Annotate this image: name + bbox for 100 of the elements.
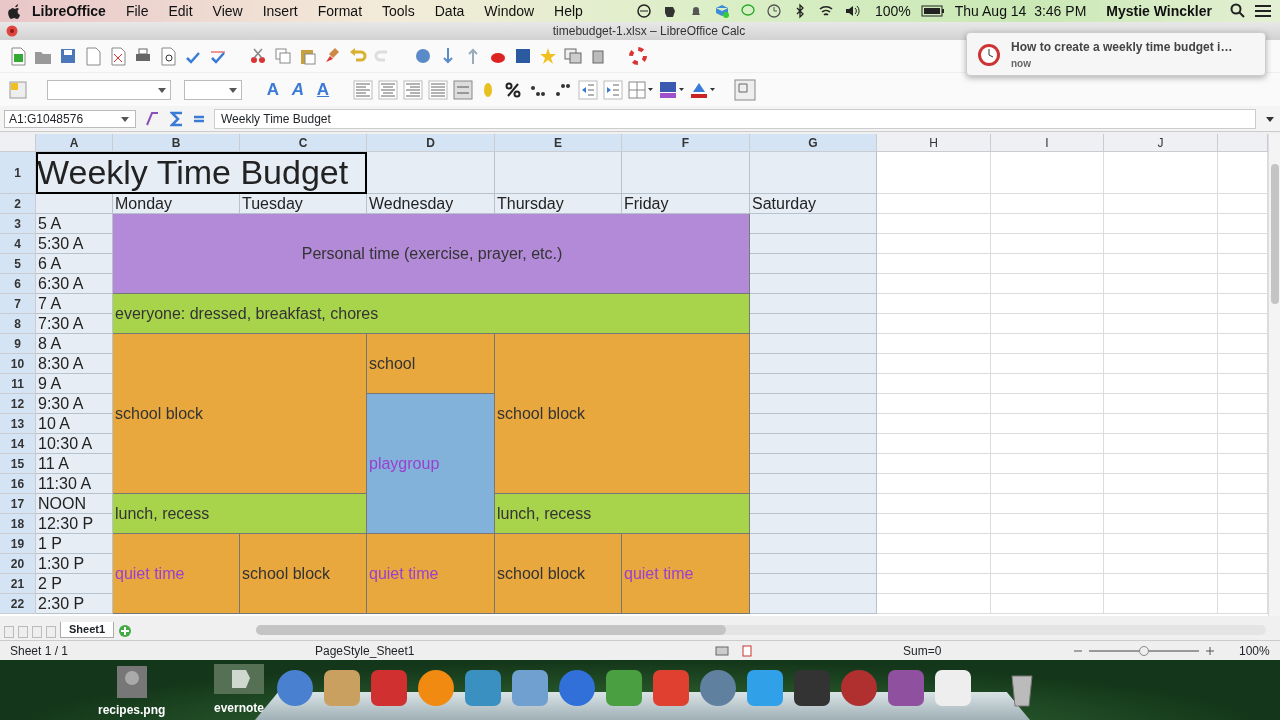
app-icon[interactable] bbox=[510, 668, 550, 708]
menu-item[interactable]: Window bbox=[474, 0, 545, 22]
empty-cell[interactable] bbox=[1104, 414, 1218, 434]
row-header[interactable]: 18 bbox=[0, 514, 36, 534]
empty-cell[interactable] bbox=[750, 434, 877, 454]
empty-cell[interactable] bbox=[1104, 574, 1218, 594]
row-header[interactable]: 20 bbox=[0, 554, 36, 574]
shadow-button[interactable]: A bbox=[313, 78, 333, 101]
empty-cell[interactable] bbox=[991, 294, 1104, 314]
empty-cell[interactable] bbox=[991, 514, 1104, 534]
row-header[interactable]: 2 bbox=[0, 194, 36, 214]
empty-cell[interactable] bbox=[1104, 274, 1218, 294]
empty-cell[interactable] bbox=[991, 474, 1104, 494]
background-color-icon[interactable] bbox=[659, 79, 685, 100]
menu-item[interactable]: Help bbox=[544, 0, 593, 22]
empty-cell[interactable] bbox=[1104, 394, 1218, 414]
empty-cell[interactable] bbox=[1104, 254, 1218, 274]
empty-cell[interactable] bbox=[750, 414, 877, 434]
empty-cell[interactable] bbox=[991, 454, 1104, 474]
pdf-icon[interactable] bbox=[108, 46, 128, 66]
empty-cell[interactable] bbox=[991, 152, 1104, 194]
empty-cell[interactable] bbox=[750, 314, 877, 334]
empty-cell[interactable] bbox=[1104, 554, 1218, 574]
row-header[interactable]: 3 bbox=[0, 214, 36, 234]
apple-icon[interactable] bbox=[8, 3, 22, 19]
menu-item[interactable]: Tools bbox=[372, 0, 425, 22]
vertical-scrollbar[interactable] bbox=[1268, 134, 1280, 616]
empty-cell[interactable] bbox=[991, 434, 1104, 454]
document-icon[interactable] bbox=[83, 46, 103, 66]
align-right-icon[interactable] bbox=[403, 79, 423, 100]
menu-item[interactable]: File bbox=[115, 0, 159, 22]
app-icon[interactable] bbox=[886, 668, 926, 708]
empty-cell[interactable] bbox=[750, 254, 877, 274]
empty-cell[interactable] bbox=[1104, 474, 1218, 494]
document-modified-icon[interactable] bbox=[741, 644, 753, 657]
list-icon[interactable] bbox=[1254, 4, 1272, 18]
app-icon[interactable] bbox=[322, 668, 362, 708]
empty-cell[interactable] bbox=[1104, 152, 1218, 194]
column-header[interactable]: F bbox=[622, 134, 750, 152]
selection-mode-icon[interactable] bbox=[715, 644, 729, 657]
column-header[interactable]: B bbox=[113, 134, 240, 152]
empty-cell[interactable] bbox=[1104, 434, 1218, 454]
wifi-icon[interactable] bbox=[817, 3, 834, 19]
app-icon[interactable] bbox=[416, 668, 456, 708]
close-icon[interactable] bbox=[6, 25, 18, 37]
menu-item[interactable]: Data bbox=[424, 0, 475, 22]
empty-cell[interactable] bbox=[750, 294, 877, 314]
empty-cell[interactable] bbox=[1104, 594, 1218, 614]
column-header[interactable]: D bbox=[367, 134, 495, 152]
slider-thumb[interactable] bbox=[1139, 645, 1149, 656]
name-box[interactable]: A1:G1048576 bbox=[4, 109, 136, 128]
chat-bubble-icon[interactable] bbox=[739, 3, 756, 19]
wrap-text-icon[interactable] bbox=[453, 79, 473, 100]
borders-icon[interactable] bbox=[628, 79, 654, 100]
empty-cell[interactable] bbox=[750, 274, 877, 294]
app-menu[interactable]: LibreOffice bbox=[22, 0, 116, 22]
column-header[interactable]: J bbox=[1104, 134, 1218, 152]
column-header[interactable] bbox=[1218, 134, 1268, 152]
empty-cell[interactable] bbox=[991, 234, 1104, 254]
menu-item[interactable]: Edit bbox=[158, 0, 203, 22]
row-header[interactable]: 22 bbox=[0, 594, 36, 614]
app-icon[interactable] bbox=[698, 668, 738, 708]
empty-cell[interactable] bbox=[1104, 294, 1218, 314]
app-icon[interactable] bbox=[463, 668, 503, 708]
first-sheet-icon[interactable] bbox=[4, 626, 14, 638]
app-icon[interactable] bbox=[369, 668, 409, 708]
lifebuoy-icon[interactable] bbox=[628, 46, 648, 66]
row-header[interactable]: 7 bbox=[0, 294, 36, 314]
notification-banner[interactable]: How to create a weekly time budget i… now bbox=[966, 32, 1266, 76]
font-size-field[interactable] bbox=[184, 79, 242, 100]
empty-cell[interactable] bbox=[991, 314, 1104, 334]
add-sheet-icon[interactable] bbox=[118, 624, 133, 638]
align-left-icon[interactable] bbox=[353, 79, 373, 100]
row-header[interactable]: 5 bbox=[0, 254, 36, 274]
empty-cell[interactable] bbox=[1104, 534, 1218, 554]
row-header[interactable]: 17 bbox=[0, 494, 36, 514]
row-header[interactable]: 1 bbox=[0, 152, 36, 194]
empty-cell[interactable] bbox=[750, 574, 877, 594]
menu-item[interactable]: View bbox=[202, 0, 253, 22]
empty-cell[interactable] bbox=[991, 334, 1104, 354]
empty-cell[interactable] bbox=[750, 394, 877, 414]
select-all-corner[interactable] bbox=[0, 134, 36, 152]
row-header[interactable]: 13 bbox=[0, 414, 36, 434]
empty-cell[interactable] bbox=[991, 374, 1104, 394]
user-name[interactable]: Mystie Winckler bbox=[1096, 0, 1222, 22]
empty-cell[interactable] bbox=[750, 374, 877, 394]
empty-cell[interactable] bbox=[991, 194, 1104, 214]
previous-sheet-icon[interactable] bbox=[18, 626, 28, 638]
empty-cell[interactable] bbox=[750, 334, 877, 354]
column-header[interactable]: A bbox=[36, 134, 113, 152]
row-header[interactable]: 11 bbox=[0, 374, 36, 394]
row-header[interactable]: 21 bbox=[0, 574, 36, 594]
battery-icon[interactable] bbox=[920, 5, 945, 17]
column-header[interactable]: H bbox=[877, 134, 991, 152]
formula-input[interactable]: Weekly Time Budget bbox=[214, 108, 1256, 129]
empty-cell[interactable] bbox=[750, 234, 877, 254]
column-header[interactable]: I bbox=[991, 134, 1104, 152]
empty-cell[interactable] bbox=[1104, 234, 1218, 254]
empty-cell[interactable] bbox=[991, 494, 1104, 514]
save-icon[interactable] bbox=[58, 46, 78, 66]
